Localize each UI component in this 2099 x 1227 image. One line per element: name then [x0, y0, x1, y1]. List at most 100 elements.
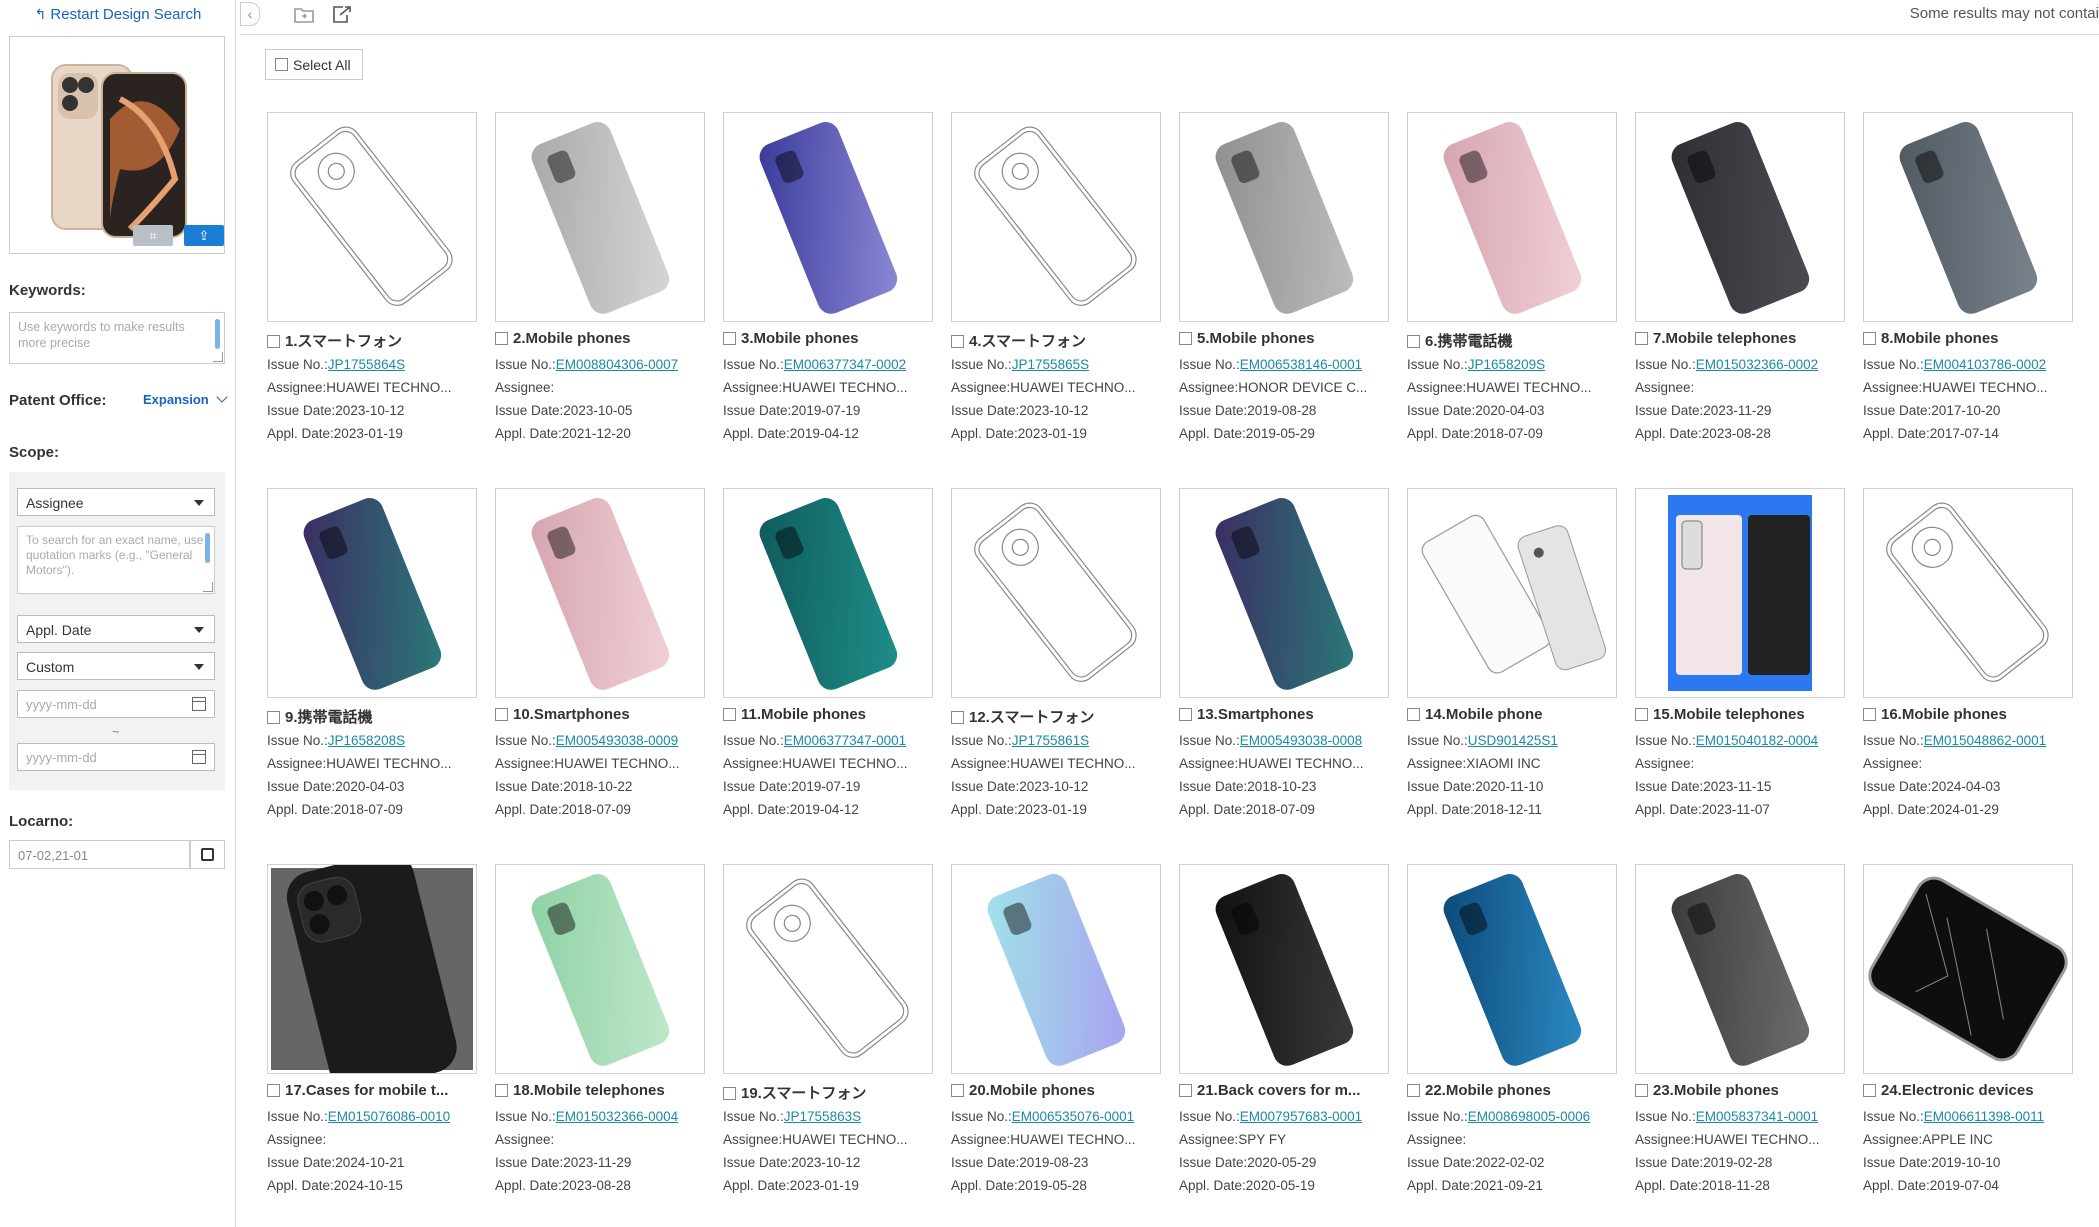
result-card[interactable]: 7.Mobile telephones Issue No.:EM01503236… — [1631, 112, 1845, 452]
result-title[interactable]: 10.Smartphones — [495, 706, 705, 723]
result-thumbnail[interactable] — [267, 488, 477, 698]
resize-grip-icon[interactable] — [203, 582, 213, 592]
issue-no-link[interactable]: EM008804306-0007 — [556, 357, 678, 372]
scope-search-textarea[interactable]: To search for an exact name, use quotati… — [17, 526, 215, 594]
result-checkbox[interactable] — [1179, 708, 1192, 721]
result-title[interactable]: 4.スマートフォン — [951, 330, 1161, 351]
result-card[interactable]: 18.Mobile telephones Issue No.:EM0150323… — [491, 864, 705, 1204]
issue-no-link[interactable]: EM015032366-0004 — [556, 1109, 678, 1124]
issue-no-link[interactable]: EM006611398-0011 — [1924, 1109, 2044, 1124]
issue-no-link[interactable]: EM005493038-0008 — [1240, 733, 1362, 748]
issue-no-link[interactable]: JP1755865S — [1012, 357, 1089, 372]
result-card[interactable]: 9.携帯電話機 Issue No.:JP1658208S Assignee:HU… — [263, 488, 477, 828]
issue-no-link[interactable]: JP1658208S — [328, 733, 405, 748]
calendar-icon[interactable] — [192, 697, 206, 711]
textarea-scrollbar[interactable] — [215, 319, 220, 349]
result-title[interactable]: 19.スマートフォン — [723, 1082, 933, 1103]
result-checkbox[interactable] — [495, 708, 508, 721]
result-title[interactable]: 20.Mobile phones — [951, 1082, 1161, 1099]
result-thumbnail[interactable] — [1407, 488, 1617, 698]
result-title[interactable]: 22.Mobile phones — [1407, 1082, 1617, 1099]
upload-button[interactable]: ⇪ — [184, 225, 224, 246]
result-checkbox[interactable] — [1407, 708, 1420, 721]
result-card[interactable]: 11.Mobile phones Issue No.:EM006377347-0… — [719, 488, 933, 828]
result-card[interactable]: 3.Mobile phones Issue No.:EM006377347-00… — [719, 112, 933, 452]
restart-design-search-link[interactable]: ↰ Restart Design Search — [0, 6, 236, 23]
result-checkbox[interactable] — [1863, 332, 1876, 345]
issue-no-link[interactable]: EM005837341-0001 — [1696, 1109, 1818, 1124]
result-thumbnail[interactable] — [1863, 488, 2073, 698]
result-thumbnail[interactable] — [723, 112, 933, 322]
issue-no-link[interactable]: EM004103786-0002 — [1924, 357, 2046, 372]
export-icon[interactable] — [330, 4, 354, 26]
result-card[interactable]: 15.Mobile telephones Issue No.:EM0150401… — [1631, 488, 1845, 828]
result-title[interactable]: 9.携帯電話機 — [267, 706, 477, 727]
result-card[interactable]: 8.Mobile phones Issue No.:EM004103786-00… — [1859, 112, 2073, 452]
result-checkbox[interactable] — [1407, 1084, 1420, 1097]
resize-grip-icon[interactable] — [213, 352, 223, 362]
result-card[interactable]: 16.Mobile phones Issue No.:EM015048862-0… — [1859, 488, 2073, 828]
result-card[interactable]: 2.Mobile phones Issue No.:EM008804306-00… — [491, 112, 705, 452]
result-card[interactable]: 22.Mobile phones Issue No.:EM008698005-0… — [1403, 864, 1617, 1204]
result-card[interactable]: 13.Smartphones Issue No.:EM005493038-000… — [1175, 488, 1389, 828]
result-thumbnail[interactable] — [267, 112, 477, 322]
result-thumbnail[interactable] — [495, 488, 705, 698]
issue-no-link[interactable]: JP1755861S — [1012, 733, 1089, 748]
checkbox[interactable] — [275, 58, 288, 71]
result-checkbox[interactable] — [1179, 1084, 1192, 1097]
result-checkbox[interactable] — [951, 711, 964, 724]
result-checkbox[interactable] — [1635, 332, 1648, 345]
result-title[interactable]: 18.Mobile telephones — [495, 1082, 705, 1099]
issue-no-link[interactable]: EM006535076-0001 — [1012, 1109, 1134, 1124]
date-range-select[interactable]: Custom — [17, 652, 215, 680]
result-title[interactable]: 14.Mobile phone — [1407, 706, 1617, 723]
result-card[interactable]: 23.Mobile phones Issue No.:EM005837341-0… — [1631, 864, 1845, 1204]
result-thumbnail[interactable] — [267, 864, 477, 1074]
result-title[interactable]: 8.Mobile phones — [1863, 330, 2073, 347]
date-to-input[interactable]: yyyy-mm-dd — [17, 743, 215, 771]
result-title[interactable]: 24.Electronic devices — [1863, 1082, 2073, 1099]
result-checkbox[interactable] — [1635, 708, 1648, 721]
result-checkbox[interactable] — [1863, 708, 1876, 721]
result-thumbnail[interactable] — [1635, 864, 1845, 1074]
issue-no-link[interactable]: EM015032366-0002 — [1696, 357, 1818, 372]
issue-no-link[interactable]: EM008698005-0006 — [1468, 1109, 1590, 1124]
result-card[interactable]: 6.携帯電話機 Issue No.:JP1658209S Assignee:HU… — [1403, 112, 1617, 452]
result-thumbnail[interactable] — [1635, 112, 1845, 322]
issue-no-link[interactable]: USD901425S1 — [1468, 733, 1558, 748]
result-thumbnail[interactable] — [1179, 488, 1389, 698]
issue-no-link[interactable]: EM015076086-0010 — [328, 1109, 450, 1124]
calendar-icon[interactable] — [192, 750, 206, 764]
result-card[interactable]: 17.Cases for mobile t... Issue No.:EM015… — [263, 864, 477, 1204]
result-thumbnail[interactable] — [1407, 112, 1617, 322]
result-thumbnail[interactable] — [495, 112, 705, 322]
result-checkbox[interactable] — [1863, 1084, 1876, 1097]
result-thumbnail[interactable] — [951, 488, 1161, 698]
result-title[interactable]: 3.Mobile phones — [723, 330, 933, 347]
result-checkbox[interactable] — [1407, 335, 1420, 348]
result-title[interactable]: 17.Cases for mobile t... — [267, 1082, 477, 1099]
date-from-input[interactable]: yyyy-mm-dd — [17, 690, 215, 718]
result-thumbnail[interactable] — [1863, 864, 2073, 1074]
result-title[interactable]: 13.Smartphones — [1179, 706, 1389, 723]
result-title[interactable]: 7.Mobile telephones — [1635, 330, 1845, 347]
result-thumbnail[interactable] — [1407, 864, 1617, 1074]
result-checkbox[interactable] — [1179, 332, 1192, 345]
select-all-checkbox[interactable]: Select All — [265, 49, 363, 80]
locarno-picker-button[interactable] — [190, 840, 225, 869]
result-card[interactable]: 21.Back covers for m... Issue No.:EM0079… — [1175, 864, 1389, 1204]
issue-no-link[interactable]: EM006377347-0001 — [784, 733, 906, 748]
crop-button[interactable]: ⌗ — [133, 225, 173, 246]
result-title[interactable]: 5.Mobile phones — [1179, 330, 1389, 347]
result-thumbnail[interactable] — [1179, 864, 1389, 1074]
result-card[interactable]: 1.スマートフォン Issue No.:JP1755864S Assignee:… — [263, 112, 477, 452]
expansion-toggle[interactable]: Expansion — [143, 391, 229, 407]
result-title[interactable]: 23.Mobile phones — [1635, 1082, 1845, 1099]
result-title[interactable]: 2.Mobile phones — [495, 330, 705, 347]
result-thumbnail[interactable] — [1863, 112, 2073, 322]
result-card[interactable]: 12.スマートフォン Issue No.:JP1755861S Assignee… — [947, 488, 1161, 828]
result-checkbox[interactable] — [723, 332, 736, 345]
textarea-scrollbar[interactable] — [205, 533, 210, 563]
result-card[interactable]: 14.Mobile phone Issue No.:USD901425S1 As… — [1403, 488, 1617, 828]
result-checkbox[interactable] — [267, 335, 280, 348]
